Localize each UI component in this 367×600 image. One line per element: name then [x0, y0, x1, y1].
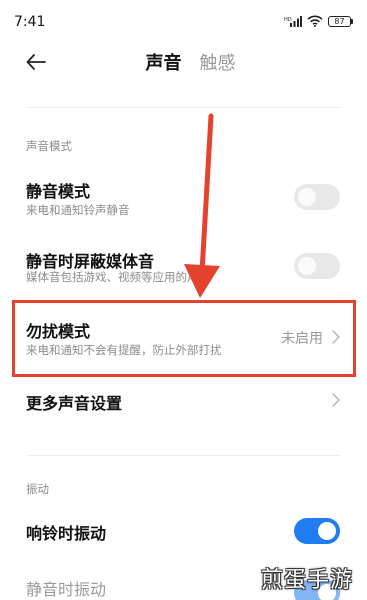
tab-haptics[interactable]: 触感 [200, 49, 236, 75]
mute-media-subtitle: 媒体音包括游戏、视频等应用的声音 [26, 270, 210, 284]
silent-mode-toggle[interactable] [294, 184, 340, 210]
tab-bar: 声音 触感 [0, 40, 367, 84]
section-label-sound-mode: 声音模式 [26, 139, 72, 153]
section-label-vibration: 振动 [26, 482, 49, 496]
chevron-right-icon [332, 393, 340, 407]
vibrate-on-ring-toggle[interactable] [294, 518, 340, 544]
battery-level: 87 [328, 15, 351, 27]
status-icons: HD 87 [284, 15, 353, 27]
signal-icon: HD [284, 15, 302, 27]
more-sound-title: 更多声音设置 [26, 394, 123, 413]
tab-sound[interactable]: 声音 [146, 49, 182, 75]
header: 声音 触感 [0, 40, 367, 84]
battery-icon: 87 [328, 15, 353, 27]
watermark: 煎蛋手游 [260, 568, 353, 593]
divider [26, 107, 341, 108]
row-more-sound-settings[interactable]: 更多声音设置 [0, 378, 367, 424]
row-vibrate-on-ring[interactable]: 响铃时振动 [0, 508, 367, 554]
row-silent-mode[interactable]: 静音模式 来电和通知铃声静音 [0, 168, 367, 228]
wifi-icon [307, 15, 323, 27]
silent-mode-title: 静音模式 [26, 182, 91, 201]
silent-mode-subtitle: 来电和通知铃声静音 [26, 203, 130, 217]
highlight-box [12, 300, 356, 377]
status-time: 7:41 [14, 14, 46, 30]
mute-media-toggle[interactable] [294, 253, 340, 279]
signal-label: HD [284, 17, 292, 23]
row-mute-media[interactable]: 静音时屏蔽媒体音 媒体音包括游戏、视频等应用的声音 [0, 238, 367, 298]
status-bar: 7:41 HD 87 [0, 0, 367, 40]
divider [26, 455, 341, 456]
vibrate-on-silent-title: 静音时振动 [26, 580, 107, 599]
vibrate-on-ring-title: 响铃时振动 [26, 524, 107, 543]
